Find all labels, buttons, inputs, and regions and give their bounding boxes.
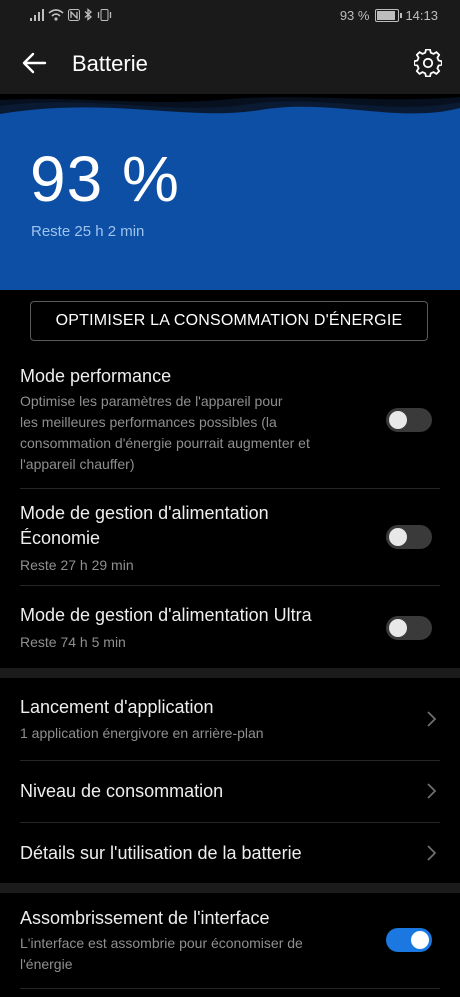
status-icons-left: [30, 8, 112, 21]
economy-mode-toggle[interactable]: [386, 525, 432, 549]
battery-hero: 93 % Reste 25 h 2 min: [0, 94, 460, 290]
battery-percentage: 93 %: [30, 143, 180, 215]
description-line: consommation d'énergie pourrait augmente…: [20, 435, 310, 451]
toggle-knob: [411, 931, 429, 949]
wave-decoration: [0, 94, 460, 134]
performance-mode-description: Optimise les paramètres de l'appareil po…: [20, 391, 440, 475]
back-button[interactable]: [18, 46, 52, 80]
app-bar: Batterie: [0, 32, 460, 94]
description-line: les meilleures performances possibles (l…: [20, 414, 277, 430]
consumption-level-item[interactable]: Niveau de consommation: [20, 779, 440, 804]
battery-usage-details-item[interactable]: Détails sur l'utilisation de la batterie: [20, 841, 440, 866]
performance-mode-setting[interactable]: Mode performance Optimise les paramètres…: [20, 364, 440, 475]
settings-button[interactable]: [413, 48, 443, 78]
description-line: l'énergie: [20, 956, 73, 972]
economy-mode-title-line2: Économie: [20, 528, 101, 548]
app-launch-item[interactable]: Lancement d'application 1 application én…: [20, 695, 440, 744]
toggle-knob: [389, 411, 407, 429]
section-separator: [0, 668, 460, 678]
toggle-knob: [389, 619, 407, 637]
divider: [20, 760, 440, 761]
app-launch-subtitle: 1 application énergivore en arrière-plan: [20, 725, 264, 741]
toggle-knob: [389, 528, 407, 546]
ultra-mode-setting[interactable]: Mode de gestion d'alimentation Ultra Res…: [20, 603, 440, 653]
page-title: Batterie: [72, 51, 148, 76]
signal-icon: [30, 8, 44, 21]
ultra-mode-toggle[interactable]: [386, 616, 432, 640]
chevron-right-icon: [427, 845, 437, 861]
economy-mode-setting[interactable]: Mode de gestion d'alimentation Économie …: [20, 501, 440, 576]
gear-icon: [413, 48, 443, 78]
divider: [20, 822, 440, 823]
consumption-level-title: Niveau de consommation: [20, 781, 224, 801]
ultra-mode-title: Mode de gestion d'alimentation Ultra: [20, 605, 312, 625]
vibrate-icon: [97, 8, 112, 21]
divider: [20, 988, 440, 989]
ultra-mode-remaining: Reste 74 h 5 min: [20, 634, 126, 650]
dark-interface-setting[interactable]: Assombrissement de l'interface L'interfa…: [20, 906, 440, 975]
battery-usage-details-title: Détails sur l'utilisation de la batterie: [20, 843, 302, 863]
description-line: L'interface est assombrie pour économise…: [20, 935, 303, 951]
section-separator: [0, 883, 460, 893]
dark-interface-title: Assombrissement de l'interface: [20, 908, 270, 928]
optimize-consumption-button[interactable]: OPTIMISER LA CONSOMMATION D'ÉNERGIE: [30, 301, 428, 341]
description-line: Optimise les paramètres de l'appareil po…: [20, 393, 283, 409]
battery-level-fill: [377, 11, 396, 20]
description-line: l'appareil chauffer): [20, 456, 135, 472]
dark-interface-toggle[interactable]: [386, 928, 432, 952]
battery-percent-text: 93 %: [339, 8, 370, 23]
chevron-right-icon: [427, 711, 437, 727]
wifi-icon: [48, 8, 64, 21]
performance-mode-toggle[interactable]: [386, 408, 432, 432]
bluetooth-icon: [84, 8, 92, 21]
status-bar: 93 % 14:13: [0, 0, 460, 32]
economy-mode-remaining: Reste 27 h 29 min: [20, 557, 134, 573]
dark-interface-description: L'interface est assombrie pour économise…: [20, 933, 440, 975]
economy-mode-title-line1: Mode de gestion d'alimentation: [20, 503, 269, 523]
divider: [20, 585, 440, 586]
battery-icon: [375, 9, 403, 22]
divider: [20, 488, 440, 489]
performance-mode-title: Mode performance: [20, 366, 172, 386]
battery-remaining-time: Reste 25 h 2 min: [31, 223, 145, 240]
app-launch-title: Lancement d'application: [20, 697, 214, 717]
arrow-left-icon: [22, 52, 47, 74]
clock: 14:13: [405, 8, 438, 23]
chevron-right-icon: [427, 783, 437, 799]
nfc-icon: [68, 8, 80, 21]
status-icons-right: 93 % 14:13: [340, 8, 438, 23]
